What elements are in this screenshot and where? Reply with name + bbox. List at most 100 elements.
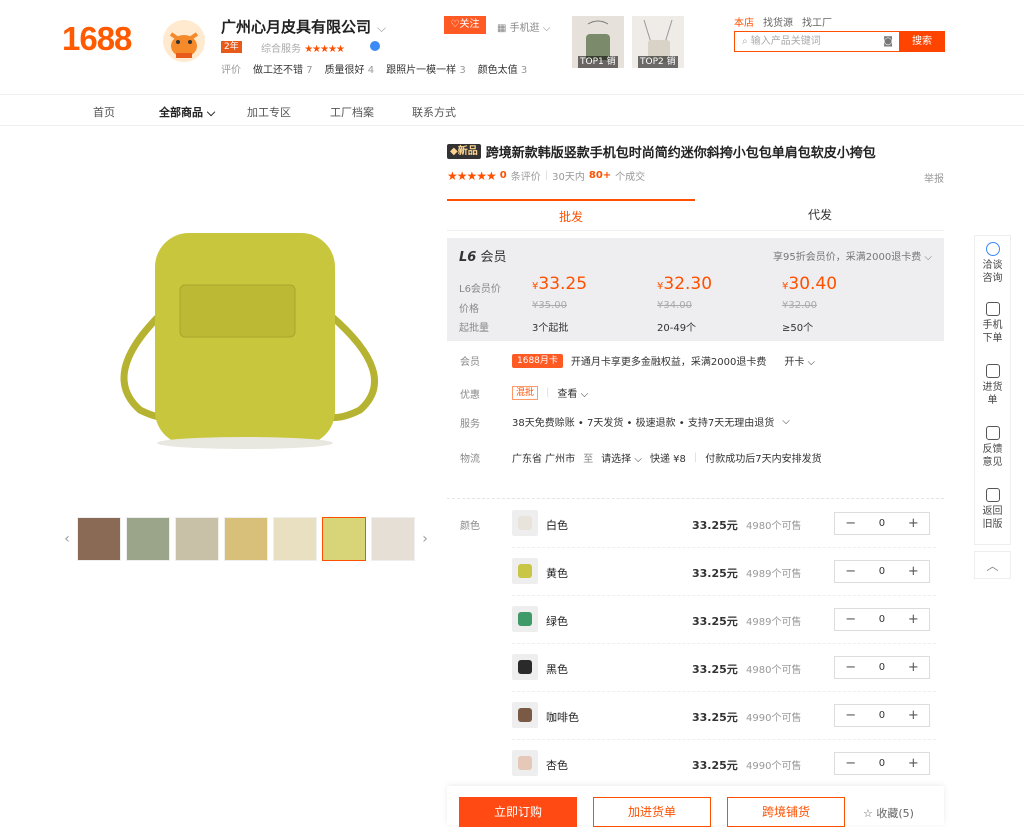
monthly-card-badge: 1688月卡 — [512, 353, 563, 368]
qty-value: 0 — [878, 662, 886, 673]
variant-name: 黄色 — [546, 567, 568, 580]
quantity-stepper[interactable]: − 0 + — [834, 752, 930, 775]
variant-stock: 4990个可售 — [746, 713, 802, 724]
quantity-stepper[interactable]: − 0 + — [834, 560, 930, 583]
sidebar-chat[interactable]: 洽谈咨询 — [975, 242, 1010, 285]
qty-value: 0 — [878, 566, 886, 577]
sidebar-feedback[interactable]: 反馈意见 — [975, 426, 1010, 469]
main-product-image[interactable] — [100, 205, 400, 465]
plus-icon[interactable]: + — [898, 708, 929, 723]
variant-stock: 4989个可售 — [746, 569, 802, 580]
quantity-stepper[interactable]: − 0 + — [834, 512, 930, 535]
plus-icon[interactable]: + — [898, 612, 929, 627]
report-link[interactable]: 举报 — [924, 170, 944, 185]
search-scope-tabs: 本店 找货源 找工厂 — [734, 14, 832, 29]
chevron-left-icon[interactable]: ‹ — [62, 531, 72, 547]
tier-price: ¥30.40 — [782, 274, 838, 294]
row-label: 价格 — [459, 304, 479, 315]
quantity-stepper[interactable]: − 0 + — [834, 704, 930, 727]
variant-swatch[interactable] — [512, 606, 538, 632]
chevron-down-icon[interactable]: ⌵ — [377, 21, 386, 36]
minus-icon[interactable]: − — [835, 756, 866, 771]
nav-all-products[interactable]: 全部商品 ⌵ — [159, 104, 215, 120]
quantity-stepper[interactable]: − 0 + — [834, 656, 930, 679]
variant-name: 杏色 — [546, 759, 568, 772]
plus-icon[interactable]: + — [898, 516, 929, 531]
top-product-1[interactable]: TOP1 销 — [572, 16, 624, 68]
cross-border-button[interactable]: 跨境铺货 — [727, 797, 845, 827]
search-input[interactable]: ⌕ 输入产品关键词 ◙ — [734, 31, 899, 52]
plus-icon[interactable]: + — [898, 564, 929, 579]
tab-dropship[interactable]: 代发 — [696, 199, 944, 231]
review-tags: 评价 做工还不错 7 质量很好 4 跟照片一模一样 3 颜色太值 3 — [221, 61, 527, 76]
thumbnail[interactable] — [175, 517, 219, 561]
sidebar-cart[interactable]: 进货单 — [975, 364, 1010, 407]
view-promo-link[interactable]: 查看 ⌵ — [557, 385, 588, 400]
variant-row: 白色 33.25元 4980个可售 − 0 + — [512, 500, 936, 548]
follow-button[interactable]: ♡关注 — [444, 16, 486, 34]
tier-price: ¥33.25 — [532, 274, 588, 294]
destination-select[interactable]: 请选择 ⌵ — [601, 450, 642, 465]
shop-avatar[interactable] — [163, 20, 205, 62]
search-button[interactable]: 搜索 — [899, 31, 945, 52]
search-icon: ⌕ — [742, 36, 748, 47]
minus-icon[interactable]: − — [835, 612, 866, 627]
color-label: 颜色 — [460, 521, 480, 532]
thumbnail[interactable] — [273, 517, 317, 561]
thumbnail[interactable] — [371, 517, 415, 561]
variant-name: 咖啡色 — [546, 711, 579, 724]
buy-now-button[interactable]: 立即订购 — [459, 797, 577, 827]
back-to-top-button[interactable]: ︿ — [974, 551, 1011, 579]
shop-name[interactable]: 广州心月皮具有限公司 ⌵ — [221, 16, 386, 37]
nav-contact[interactable]: 联系方式 — [412, 104, 456, 120]
promo-row: 混批 | 查看 ⌵ — [512, 385, 588, 400]
site-logo[interactable]: 1688 — [62, 20, 132, 58]
member-price-panel: L6 会员 享95折会员价，采满2000退卡费 ⌵ L6会员价 价格 起批量 ¥… — [447, 238, 944, 341]
add-to-cart-button[interactable]: 加进货单 — [593, 797, 711, 827]
thumbnail[interactable] — [126, 517, 170, 561]
tier-qty: 3个起批 — [532, 323, 569, 334]
tier-old-price: ¥35.00 — [532, 300, 567, 311]
minus-icon[interactable]: − — [835, 708, 866, 723]
variant-swatch[interactable] — [512, 702, 538, 728]
tab-wholesale[interactable]: 批发 — [447, 199, 695, 231]
tier-price: ¥32.30 — [657, 274, 713, 294]
service-row[interactable]: 38天免费赊账 • 7天发货 • 极速退款 • 支持7天无理由退货 ⌵ — [512, 414, 790, 429]
plus-icon[interactable]: + — [898, 756, 929, 771]
qty-value: 0 — [878, 710, 886, 721]
variant-price: 33.25元 — [692, 519, 738, 532]
favorite-button[interactable]: ☆ 收藏(5) — [863, 805, 914, 821]
nav-home[interactable]: 首页 — [93, 104, 115, 120]
review-tag: 质量很好 4 — [324, 65, 375, 76]
quantity-stepper[interactable]: − 0 + — [834, 608, 930, 631]
minus-icon[interactable]: − — [835, 516, 866, 531]
variant-swatch[interactable] — [512, 558, 538, 584]
minus-icon[interactable]: − — [835, 564, 866, 579]
sidebar-old-version[interactable]: 返回旧版 — [975, 488, 1010, 531]
nav-processing[interactable]: 加工专区 — [247, 104, 291, 120]
variant-swatch[interactable] — [512, 750, 538, 776]
scope-factory[interactable]: 找工厂 — [802, 14, 832, 29]
tier-old-price: ¥34.00 — [657, 300, 692, 311]
chevron-right-icon[interactable]: › — [420, 531, 430, 547]
open-card-link[interactable]: 开卡 ⌵ — [784, 353, 815, 368]
variant-swatch[interactable] — [512, 654, 538, 680]
plus-icon[interactable]: + — [898, 660, 929, 675]
thumbnail[interactable] — [77, 517, 121, 561]
thumbnail[interactable] — [224, 517, 268, 561]
nav-factory[interactable]: 工厂档案 — [330, 104, 374, 120]
camera-icon[interactable]: ◙ — [883, 32, 893, 51]
top-product-2[interactable]: TOP2 销 — [632, 16, 684, 68]
variant-row: 黄色 33.25元 4989个可售 − 0 + — [512, 548, 936, 596]
minus-icon[interactable]: − — [835, 660, 866, 675]
variant-price: 33.25元 — [692, 567, 738, 580]
sidebar-mobile-order[interactable]: 手机下单 — [975, 302, 1010, 345]
thumbnail[interactable] — [322, 517, 366, 561]
variant-swatch[interactable] — [512, 510, 538, 536]
mobile-browse[interactable]: ▦ 手机逛 ⌵ — [497, 19, 550, 34]
scope-sources[interactable]: 找货源 — [763, 14, 793, 29]
variant-price: 33.25元 — [692, 759, 738, 772]
action-bar: 立即订购 加进货单 跨境铺货 ☆ 收藏(5) — [447, 786, 944, 827]
member-promo[interactable]: 享95折会员价，采满2000退卡费 ⌵ — [773, 248, 932, 263]
scope-shop[interactable]: 本店 — [734, 14, 754, 29]
